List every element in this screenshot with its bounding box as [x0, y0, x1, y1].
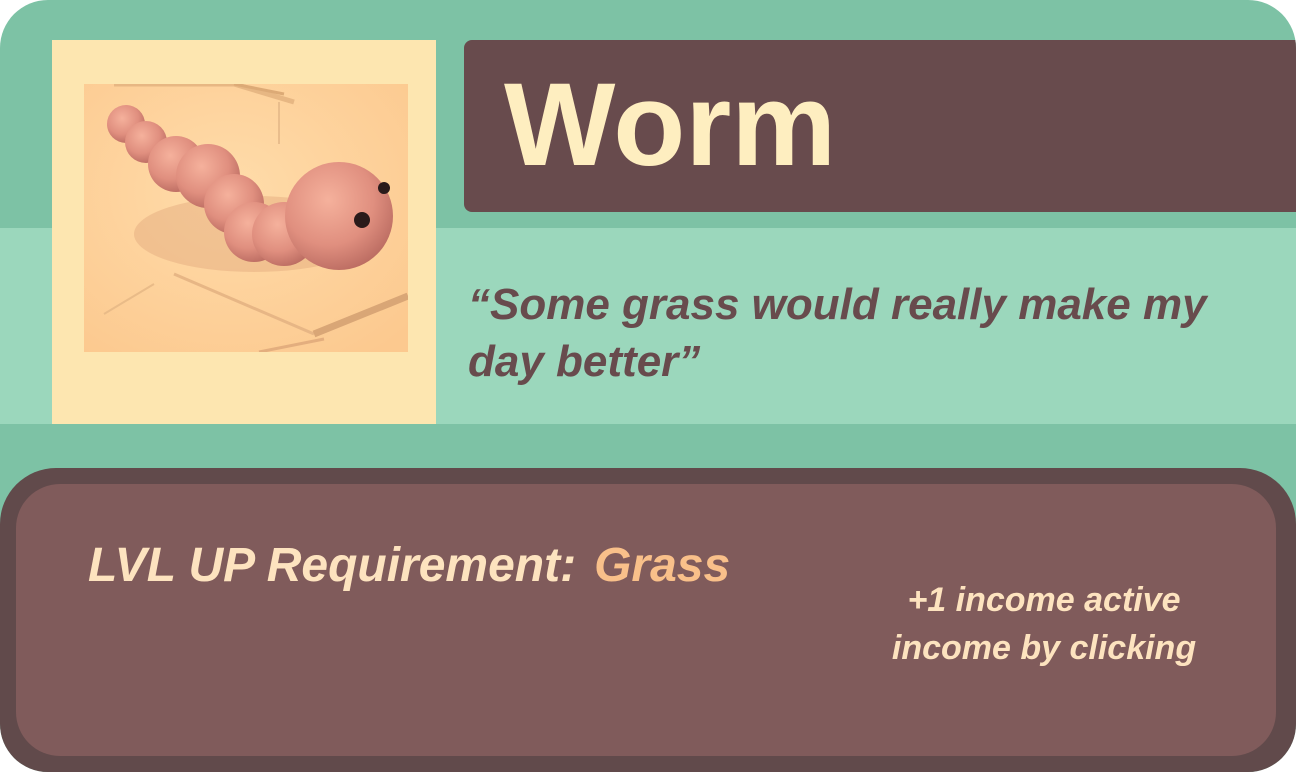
requirement-value: Grass [594, 539, 731, 592]
creature-card: Worm “Some grass would really make my da… [0, 0, 1296, 772]
requirement-label: LVL UP Requirement: [88, 539, 577, 592]
level-up-requirement: LVL UP Requirement: Grass [88, 536, 730, 596]
income-effect: +1 income active income by clicking [891, 581, 1197, 667]
creature-quote: “Some grass would really make my day bet… [468, 280, 1207, 386]
stats-panel-inner: LVL UP Requirement: Grass +1 income activ… [16, 484, 1276, 756]
creature-name: Worm [504, 59, 837, 191]
worm-icon [84, 84, 408, 352]
portrait-frame [52, 40, 436, 424]
name-plate: Worm [464, 40, 1296, 212]
stats-panel: LVL UP Requirement: Grass +1 income activ… [0, 468, 1296, 772]
